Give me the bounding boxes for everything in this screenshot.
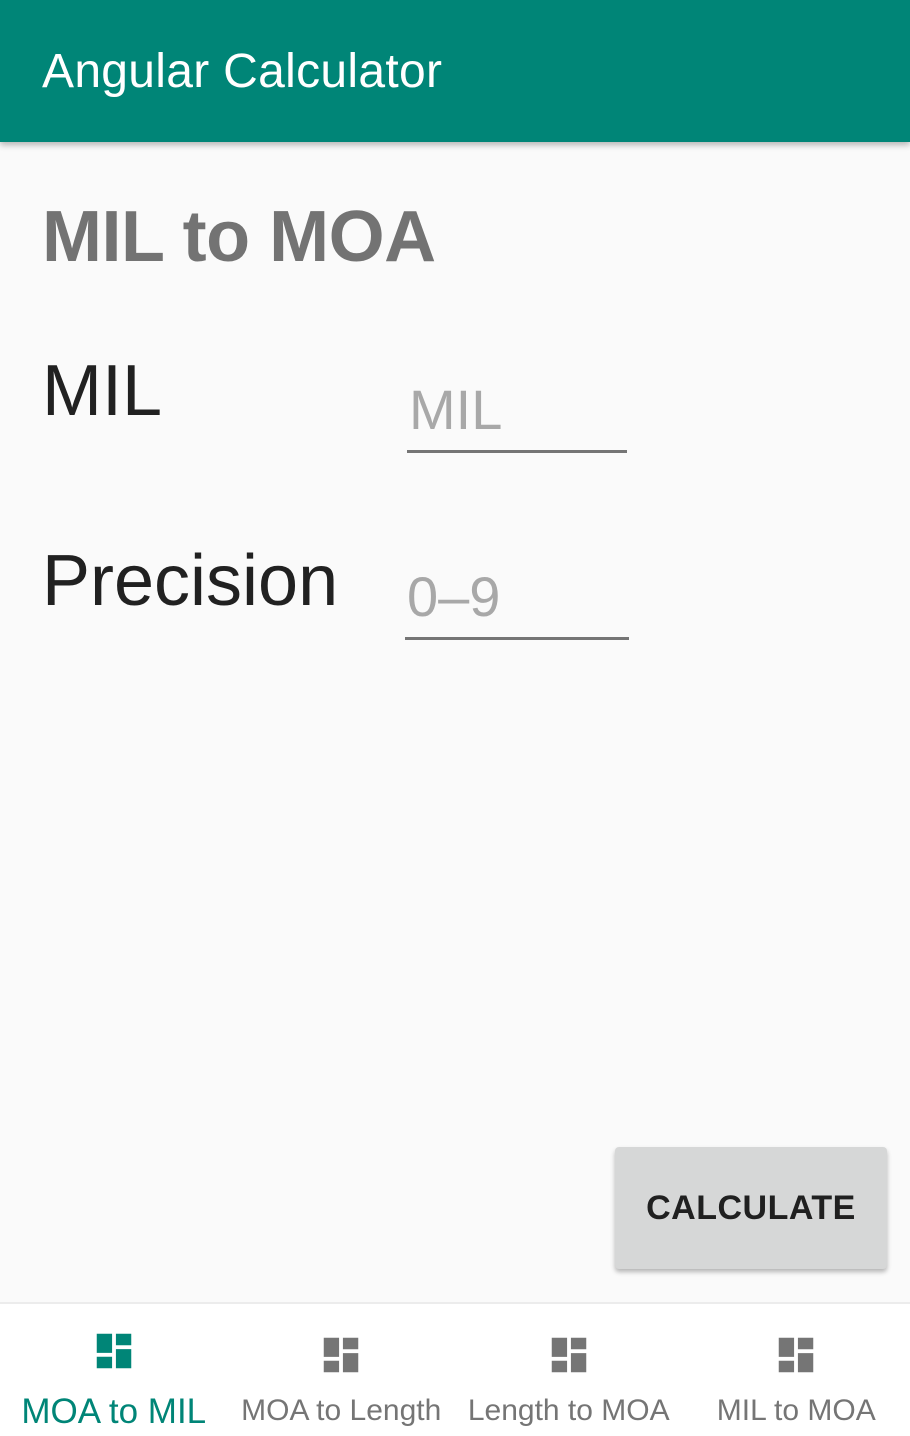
dashboard-icon xyxy=(324,1337,359,1373)
nav-item-mil-to-moa[interactable]: MIL to MOA xyxy=(683,1304,910,1436)
nav-item-length-to-moa[interactable]: Length to MOA xyxy=(455,1304,683,1436)
mil-input-container xyxy=(407,368,627,453)
mil-label: MIL xyxy=(42,351,163,431)
precision-input[interactable] xyxy=(405,555,629,637)
mil-input[interactable] xyxy=(407,368,627,450)
nav-item-moa-to-mil[interactable]: MOA to MIL xyxy=(0,1304,228,1436)
precision-label: Precision xyxy=(42,541,339,621)
screen-heading: MIL to MOA xyxy=(42,197,436,277)
app-title: Angular Calculator xyxy=(42,45,443,98)
precision-input-container xyxy=(405,555,629,640)
nav-label: MOA to Length xyxy=(241,1394,442,1427)
dashboard-icon xyxy=(551,1337,586,1373)
app-bar: Angular Calculator xyxy=(0,0,910,142)
calculate-button[interactable]: CALCULATE xyxy=(615,1147,887,1269)
nav-label: MOA to MIL xyxy=(21,1392,207,1431)
nav-item-moa-to-length[interactable]: MOA to Length xyxy=(228,1304,456,1436)
dashboard-icon xyxy=(779,1337,814,1373)
dashboard-icon xyxy=(96,1333,131,1369)
nav-label: MIL to MOA xyxy=(716,1394,876,1427)
bottom-navigation: MOA to MIL MOA to Length Length to MOA M… xyxy=(0,1302,910,1436)
nav-label: Length to MOA xyxy=(467,1394,670,1427)
